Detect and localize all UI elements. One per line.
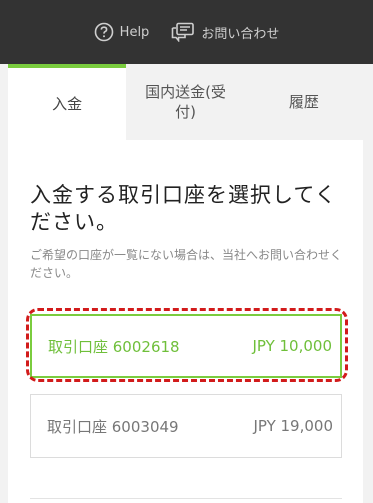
account-balance: JPY 10,000 <box>252 337 332 355</box>
help-link[interactable]: Help <box>94 22 150 42</box>
account-item-6002618[interactable]: 取引口座 6002618 JPY 10,000 <box>30 314 342 378</box>
account-name: 取引口座 6002618 <box>48 337 180 356</box>
page-title: 入金する取引口座を選択してください。 <box>30 183 337 234</box>
tab-domestic-transfer[interactable]: 国内送金(受付) <box>126 64 245 140</box>
help-icon <box>94 22 113 42</box>
chat-icon <box>172 22 195 42</box>
deposit-panel: 入金する取引口座を選択してください。 ご希望の口座が一覧にない場合は、当社へお問… <box>8 140 363 503</box>
help-note: ご希望の口座が一覧にない場合は、当社へお問い合わせください。 <box>30 248 343 280</box>
account-name: 取引口座 6003049 <box>47 417 179 436</box>
help-label: Help <box>119 24 150 40</box>
tab-deposit[interactable]: 入金 <box>8 64 127 140</box>
account-item-6003049[interactable]: 取引口座 6003049 JPY 19,000 <box>30 394 342 458</box>
account-balance: JPY 19,000 <box>253 417 333 435</box>
tab-history[interactable]: 履歴 <box>244 64 363 140</box>
top-bar: Help お問い合わせ <box>0 0 373 64</box>
contact-label: お問い合わせ <box>201 26 280 42</box>
divider <box>30 498 342 499</box>
contact-link[interactable]: お問い合わせ <box>171 22 279 42</box>
tab-bar: 入金 国内送金(受付) 履歴 <box>8 64 363 140</box>
